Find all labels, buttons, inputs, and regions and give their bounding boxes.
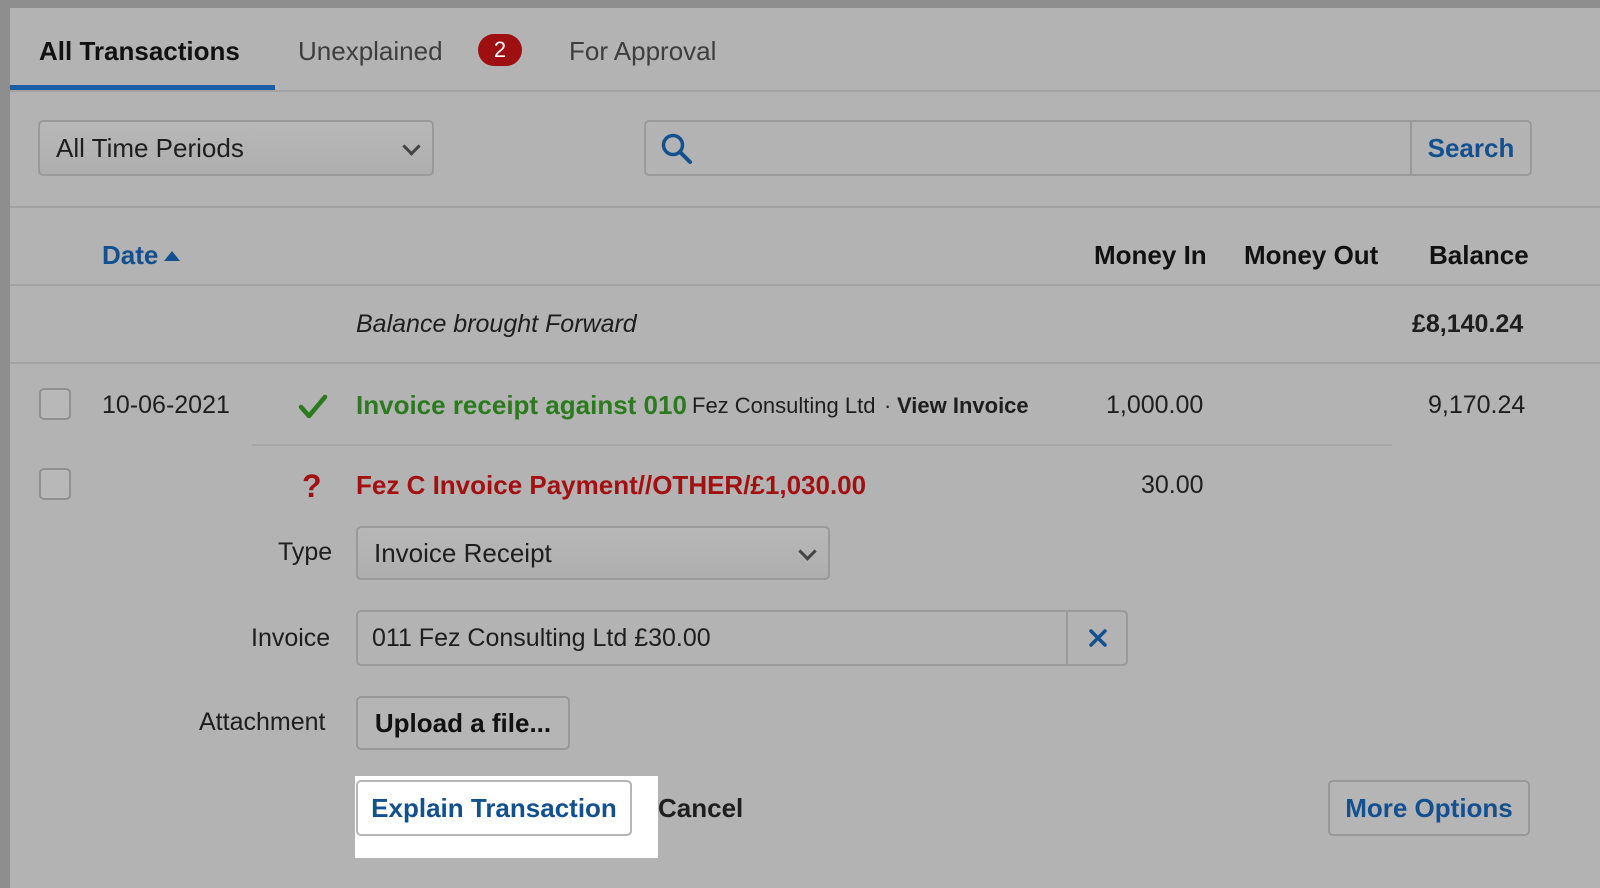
divider: [10, 362, 1600, 364]
view-invoice-link[interactable]: View Invoice: [897, 393, 1029, 419]
row-money-in: 30.00: [1141, 471, 1204, 499]
divider: [10, 206, 1600, 208]
chevron-down-icon: [798, 542, 817, 561]
tab-bar: All Transactions Unexplained 2 For Appro…: [10, 8, 1600, 92]
type-value: Invoice Receipt: [374, 538, 552, 568]
money-in-column-header: Money In: [1094, 240, 1207, 270]
separator-dot: ·: [884, 393, 892, 418]
sort-ascending-icon: [164, 251, 181, 261]
explain-transaction-button[interactable]: Explain Transaction: [356, 780, 632, 836]
row-divider: [252, 444, 1392, 446]
transaction-title[interactable]: Invoice receipt against 010: [356, 390, 687, 421]
tab-all-transactions[interactable]: All Transactions: [39, 36, 240, 67]
close-icon: [1089, 629, 1107, 647]
unexplained-count-badge: 2: [478, 34, 522, 66]
row-checkbox[interactable]: [39, 388, 71, 420]
balance-forward-amount: £8,140.24: [1412, 310, 1524, 338]
row-money-in: 1,000.00: [1106, 391, 1204, 419]
cancel-link[interactable]: Cancel: [658, 793, 743, 824]
clear-invoice-button[interactable]: [1066, 612, 1128, 664]
search-input[interactable]: [716, 128, 1410, 170]
invoice-value: 011 Fez Consulting Ltd £30.00: [372, 624, 711, 652]
upload-file-button[interactable]: Upload a file...: [356, 696, 570, 750]
tab-for-approval[interactable]: For Approval: [569, 36, 716, 67]
invoice-label: Invoice: [251, 624, 331, 652]
balance-forward-label: Balance brought Forward: [356, 310, 637, 338]
checkmark-icon: [298, 394, 328, 419]
active-tab-indicator: [10, 85, 275, 90]
time-period-select[interactable]: All Time Periods: [38, 120, 434, 176]
invoice-field[interactable]: 011 Fez Consulting Ltd £30.00: [356, 610, 1128, 666]
money-out-column-header: Money Out: [1244, 240, 1379, 270]
type-label: Type: [278, 538, 333, 566]
row-checkbox[interactable]: [39, 468, 71, 500]
row-balance: 9,170.24: [1428, 391, 1526, 419]
balance-column-header: Balance: [1429, 240, 1529, 270]
transactions-panel: All Transactions Unexplained 2 For Appro…: [10, 8, 1600, 888]
search-button[interactable]: Search: [1410, 122, 1530, 174]
time-period-value: All Time Periods: [56, 133, 244, 163]
type-select[interactable]: Invoice Receipt: [356, 526, 830, 580]
row-date: 10-06-2021: [102, 391, 230, 419]
search-box: Search: [644, 120, 1532, 176]
attachment-label: Attachment: [199, 708, 326, 736]
question-mark-icon: ?: [302, 468, 322, 504]
transaction-title[interactable]: Fez C Invoice Payment//OTHER/£1,030.00: [356, 470, 866, 501]
divider: [10, 284, 1600, 286]
transaction-contact: Fez Consulting Ltd: [692, 393, 876, 418]
more-options-button[interactable]: More Options: [1328, 780, 1530, 836]
search-icon: [661, 133, 692, 164]
date-column-header[interactable]: Date: [102, 240, 182, 271]
chevron-down-icon: [402, 137, 421, 156]
tab-unexplained[interactable]: Unexplained: [298, 36, 443, 67]
